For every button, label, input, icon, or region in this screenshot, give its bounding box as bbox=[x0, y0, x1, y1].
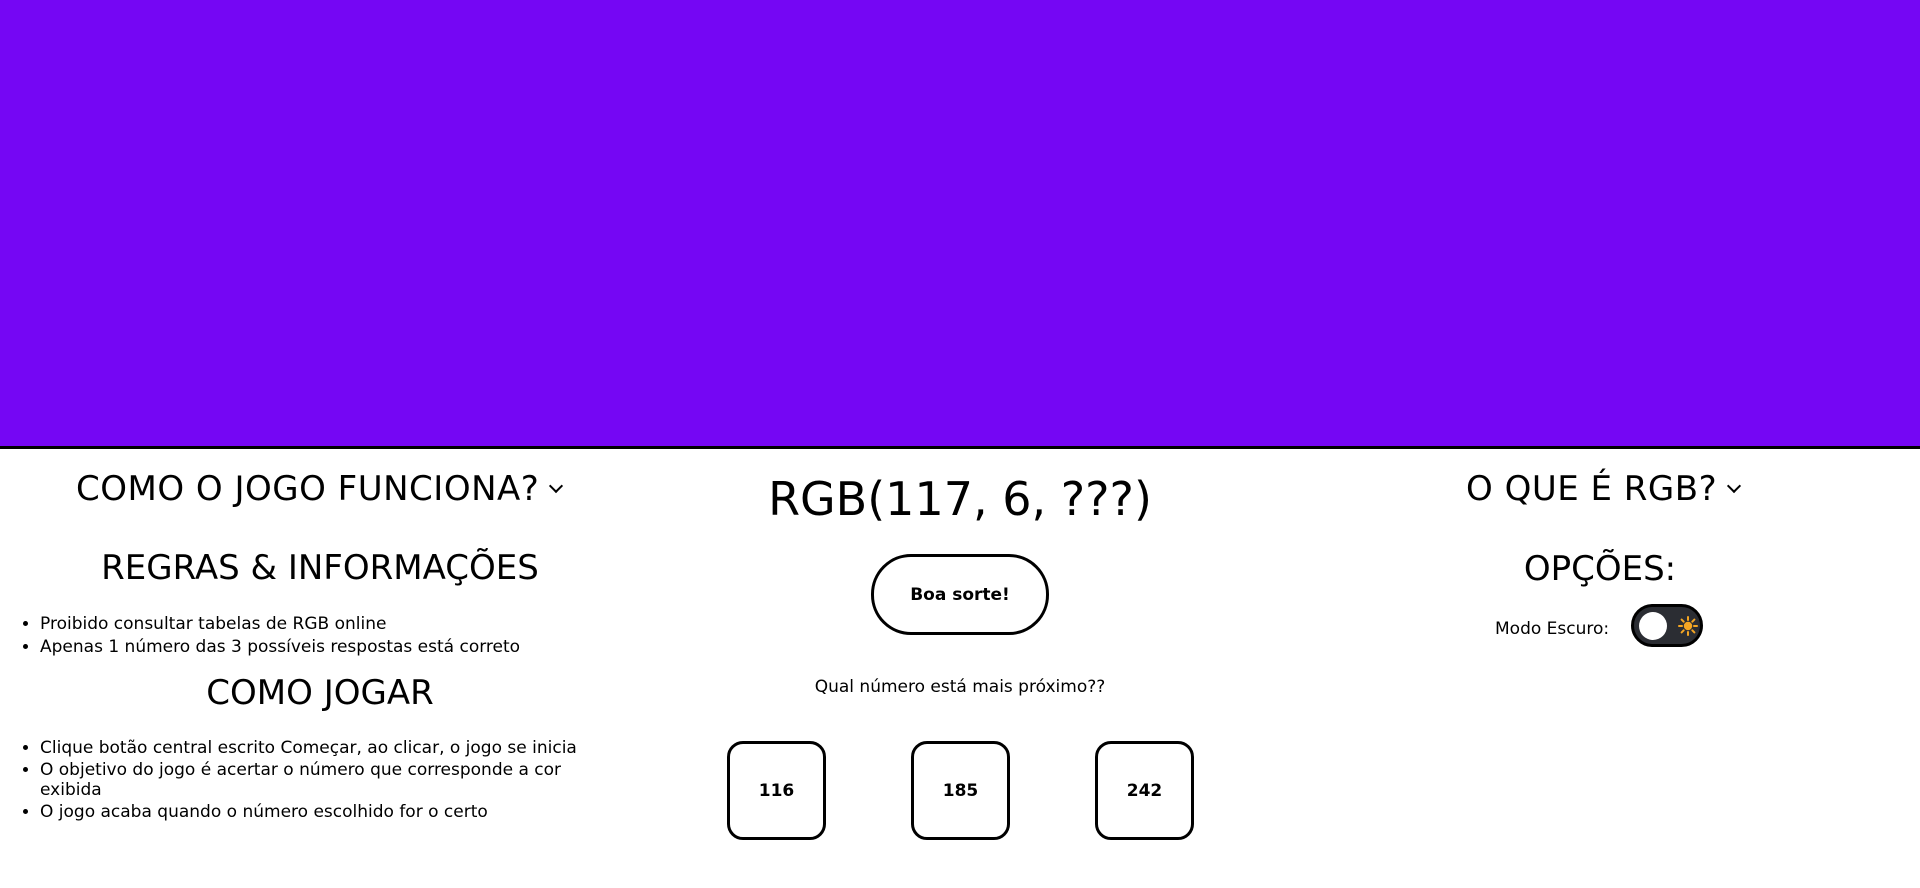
divider bbox=[0, 446, 1920, 449]
sun-icon bbox=[1678, 616, 1698, 636]
answer-button[interactable]: 185 bbox=[911, 741, 1010, 840]
rules-list: Proibido consultar tabelas de RGB online… bbox=[40, 613, 580, 659]
how-to-play-list: Clique botão central escrito Começar, ao… bbox=[40, 738, 580, 824]
what-is-rgb-toggle[interactable]: O QUE É RGB? bbox=[1466, 469, 1742, 509]
how-game-works-toggle[interactable]: COMO O JOGO FUNCIONA? bbox=[76, 469, 564, 509]
color-display bbox=[0, 0, 1920, 446]
list-item: Clique botão central escrito Começar, ao… bbox=[40, 738, 580, 758]
question-text: Qual número está mais próximo?? bbox=[814, 677, 1106, 697]
rules-title: REGRAS & INFORMAÇÕES bbox=[101, 548, 539, 588]
how-to-play-title: COMO JOGAR bbox=[206, 673, 434, 713]
what-is-rgb-title: O QUE É RGB? bbox=[1466, 469, 1718, 509]
how-game-works-title: COMO O JOGO FUNCIONA? bbox=[76, 469, 540, 509]
toggle-knob bbox=[1639, 612, 1667, 640]
dark-mode-label: Modo Escuro: bbox=[1495, 619, 1610, 639]
options-title: OPÇÕES: bbox=[1523, 549, 1677, 589]
list-item: Proibido consultar tabelas de RGB online bbox=[40, 613, 580, 636]
chevron-down-icon bbox=[549, 478, 564, 494]
answer-button[interactable]: 242 bbox=[1095, 741, 1194, 840]
rgb-value-title: RGB(117, 6, ???) bbox=[768, 472, 1152, 526]
answer-button[interactable]: 116 bbox=[727, 741, 826, 840]
chevron-down-icon bbox=[1727, 478, 1742, 494]
list-item: O objetivo do jogo é acertar o número qu… bbox=[40, 760, 580, 800]
start-button[interactable]: Boa sorte! bbox=[871, 554, 1049, 635]
list-item: O jogo acaba quando o número escolhido f… bbox=[40, 802, 580, 822]
dark-mode-toggle[interactable] bbox=[1631, 604, 1703, 647]
list-item: Apenas 1 número das 3 possíveis resposta… bbox=[40, 636, 580, 659]
